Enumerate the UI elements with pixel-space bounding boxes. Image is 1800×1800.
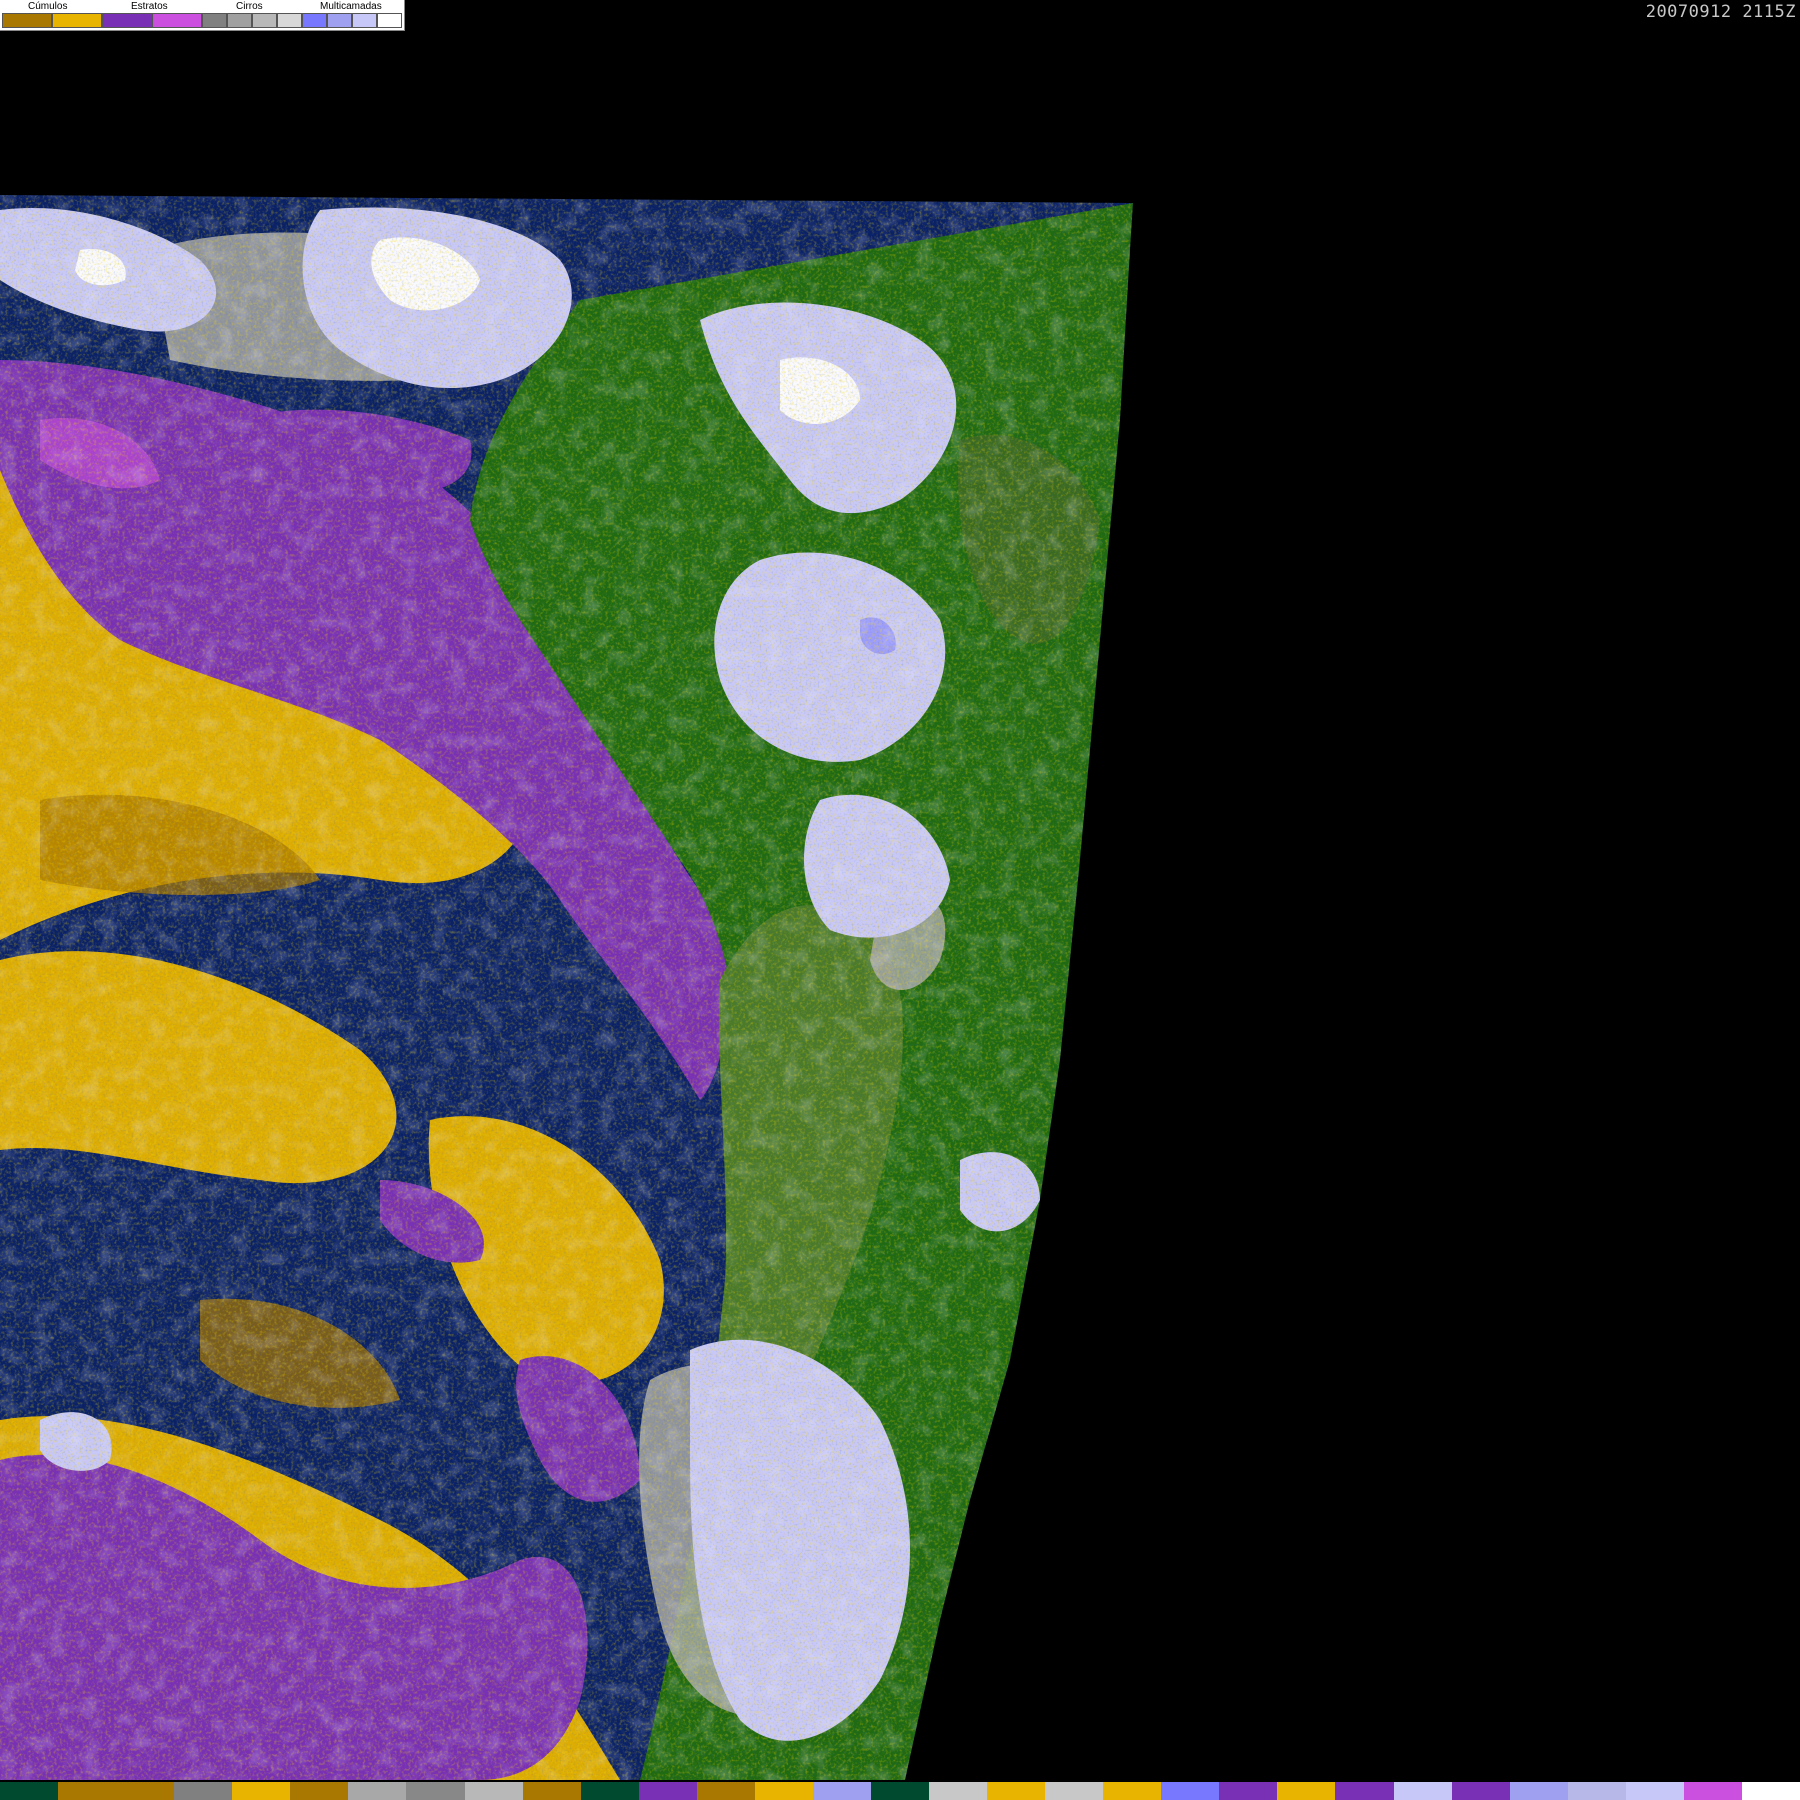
bottom-strip-cell: [464, 1782, 523, 1800]
bottom-strip-cell: [754, 1782, 813, 1800]
bottom-strip-cell: [58, 1782, 117, 1800]
legend-swatch: [227, 13, 252, 28]
legend-swatch: [252, 13, 277, 28]
bottom-strip-cell: [174, 1782, 233, 1800]
bottom-strip-cell: [1451, 1782, 1510, 1800]
bottom-strip-cell: [1045, 1782, 1104, 1800]
bottom-strip-cell: [522, 1782, 581, 1800]
bottom-strip-cell: [696, 1782, 755, 1800]
image-timestamp: 20070912 2115Z: [1645, 2, 1796, 22]
satellite-cloud-classification-image: [0, 195, 1133, 1780]
legend-label-multilayer: Multicamadas: [320, 1, 382, 12]
legend-swatch: [152, 13, 202, 28]
bottom-strip-cell: [232, 1782, 291, 1800]
legend-swatch: [2, 13, 52, 28]
bottom-strip-cell: [1567, 1782, 1626, 1800]
bottom-strip-cell: [987, 1782, 1046, 1800]
legend-swatch: [302, 13, 327, 28]
bottom-strip-cell: [1277, 1782, 1336, 1800]
bottom-strip-cell: [1103, 1782, 1162, 1800]
bottom-strip-cell: [290, 1782, 349, 1800]
bottom-strip-cell: [1509, 1782, 1568, 1800]
legend-swatch: [202, 13, 227, 28]
cloud-type-legend: Cúmulos Estratos Cirros Multicamadas: [0, 0, 405, 31]
legend-swatch: [102, 13, 152, 28]
bottom-strip-cell: [1393, 1782, 1452, 1800]
legend-swatch: [277, 13, 302, 28]
bottom-strip-cell: [348, 1782, 407, 1800]
bottom-strip-cell: [812, 1782, 871, 1800]
legend-label-cumulus: Cúmulos: [28, 1, 68, 12]
bottom-strip-cell: [870, 1782, 929, 1800]
bottom-strip-cell: [0, 1782, 59, 1800]
bottom-strip-cell: [406, 1782, 465, 1800]
bottom-strip-cell: [116, 1782, 175, 1800]
legend-label-cirrus: Cirros: [236, 1, 263, 12]
legend-label-stratus: Estratos: [131, 1, 168, 12]
bottom-color-strip: [0, 1782, 1800, 1800]
bottom-strip-cell: [1625, 1782, 1684, 1800]
bottom-strip-cell: [1161, 1782, 1220, 1800]
bottom-strip-cell: [638, 1782, 697, 1800]
legend-swatch: [377, 13, 402, 28]
bottom-strip-cell: [1335, 1782, 1394, 1800]
bottom-strip-cell: [1219, 1782, 1278, 1800]
bottom-strip-cell: [1741, 1782, 1800, 1800]
legend-swatch: [327, 13, 352, 28]
legend-swatch: [52, 13, 102, 28]
bottom-strip-cell: [929, 1782, 988, 1800]
bottom-strip-cell: [580, 1782, 639, 1800]
legend-swatch: [352, 13, 377, 28]
bottom-strip-cell: [1683, 1782, 1742, 1800]
